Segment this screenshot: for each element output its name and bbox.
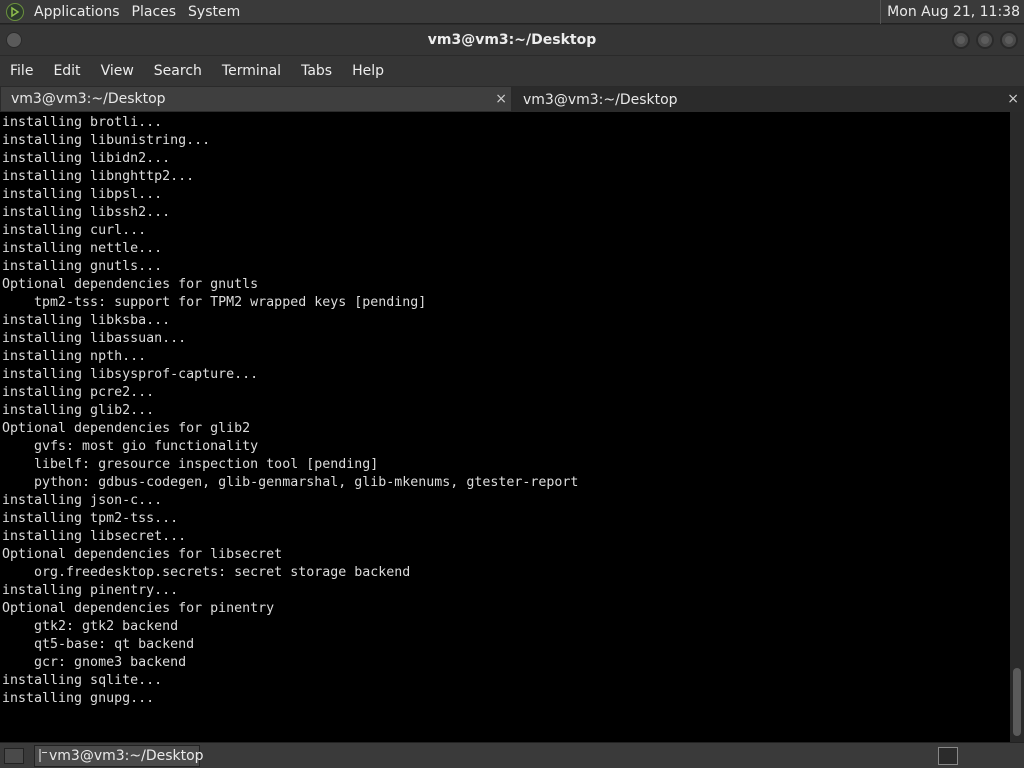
window-controls xyxy=(952,31,1018,49)
terminal-text: installing brotli... installing libunistr… xyxy=(0,112,1010,708)
terminal-line: installing libpsl... xyxy=(2,187,163,202)
taskbar-window-button[interactable]: vm3@vm3:~/Desktop xyxy=(34,744,204,767)
terminal-line: installing npth... xyxy=(2,349,147,364)
terminal-line: installing gnutls... xyxy=(2,259,163,274)
terminal-scrollbar[interactable] xyxy=(1010,112,1024,742)
terminal-line: installing sqlite... xyxy=(2,673,163,688)
terminal-line: installing nettle... xyxy=(2,241,163,256)
bottom-taskbar: vm3@vm3:~/Desktop xyxy=(0,742,1024,768)
terminal-line: Optional dependencies for pinentry xyxy=(2,601,275,616)
terminal-line: installing brotli... xyxy=(2,115,163,130)
close-icon xyxy=(1005,36,1013,44)
tab-label: vm3@vm3:~/Desktop xyxy=(523,91,678,108)
terminal-line: org.freedesktop.secrets: secret storage … xyxy=(2,565,411,580)
terminal-line: gvfs: most gio functionality xyxy=(2,439,259,454)
terminal-line: installing pcre2... xyxy=(2,385,155,400)
terminal-line: installing libnghttp2... xyxy=(2,169,195,184)
terminal-output[interactable]: installing brotli... installing libunistr… xyxy=(0,112,1010,742)
workspace-switcher-icon[interactable] xyxy=(938,746,958,765)
scrollbar-thumb[interactable] xyxy=(1013,668,1021,736)
maximize-button[interactable] xyxy=(976,31,994,49)
terminal-line: installing libsecret... xyxy=(2,529,187,544)
terminal-line: Optional dependencies for libsecret xyxy=(2,547,283,562)
terminal-line: installing libunistring... xyxy=(2,133,211,148)
menu-view[interactable]: View xyxy=(91,63,144,79)
terminal-line: installing tpm2-tss... xyxy=(2,511,179,526)
menu-file[interactable]: File xyxy=(0,63,43,79)
top-panel: Applications Places System Mon Aug 21, 1… xyxy=(0,0,1024,24)
applications-menu[interactable]: Applications xyxy=(28,0,126,24)
terminal-line: installing pinentry... xyxy=(2,583,179,598)
maximize-icon xyxy=(981,36,989,44)
show-desktop-icon[interactable] xyxy=(4,747,24,764)
terminal-line: installing gnupg... xyxy=(2,691,155,706)
terminal-line: installing libidn2... xyxy=(2,151,171,166)
terminal-line: installing glib2... xyxy=(2,403,155,418)
tab-1[interactable]: vm3@vm3:~/Desktop × xyxy=(0,86,512,112)
system-menu[interactable]: System xyxy=(182,0,246,24)
close-window-button[interactable] xyxy=(1000,31,1018,49)
menu-terminal[interactable]: Terminal xyxy=(212,63,291,79)
terminal-line: gtk2: gtk2 backend xyxy=(2,619,179,634)
terminal-line: installing json-c... xyxy=(2,493,163,508)
tab-close-icon[interactable]: × xyxy=(1007,90,1019,108)
menu-tabs[interactable]: Tabs xyxy=(291,63,342,79)
menubar: File Edit View Search Terminal Tabs Help xyxy=(0,56,1024,86)
terminal-line: Optional dependencies for glib2 xyxy=(2,421,251,436)
window-titlebar[interactable]: vm3@vm3:~/Desktop xyxy=(0,25,1024,56)
distro-logo-icon[interactable] xyxy=(6,2,24,21)
terminal-line: python: gdbus-codegen, glib-genmarshal, … xyxy=(2,475,579,490)
minimize-icon xyxy=(957,36,965,44)
tab-bar: vm3@vm3:~/Desktop × vm3@vm3:~/Desktop × xyxy=(0,86,1024,112)
terminal-line: gcr: gnome3 backend xyxy=(2,655,187,670)
window-title: vm3@vm3:~/Desktop xyxy=(427,32,597,48)
terminal-line: installing libsysprof-capture... xyxy=(2,367,259,382)
clock[interactable]: Mon Aug 21, 11:38 xyxy=(880,0,1024,24)
menu-help[interactable]: Help xyxy=(342,63,394,79)
terminal-line: qt5-base: qt backend xyxy=(2,637,195,652)
terminal-line: tpm2-tss: support for TPM2 wrapped keys … xyxy=(2,295,427,310)
terminal-line: installing libassuan... xyxy=(2,331,187,346)
taskbar-window-label: vm3@vm3:~/Desktop xyxy=(49,747,204,764)
terminal-line: libelf: gresource inspection tool [pendi… xyxy=(2,457,379,472)
terminal-line: Optional dependencies for gnutls xyxy=(2,277,259,292)
terminal-line: installing curl... xyxy=(2,223,147,238)
menu-search[interactable]: Search xyxy=(144,63,212,79)
minimize-button[interactable] xyxy=(952,31,970,49)
tab-label: vm3@vm3:~/Desktop xyxy=(11,91,166,107)
terminal-line: installing libssh2... xyxy=(2,205,171,220)
places-menu[interactable]: Places xyxy=(126,0,183,24)
terminal-icon xyxy=(39,749,47,762)
menu-edit[interactable]: Edit xyxy=(43,63,90,79)
terminal-line: installing libksba... xyxy=(2,313,171,328)
tab-close-icon[interactable]: × xyxy=(495,90,507,108)
tab-2[interactable]: vm3@vm3:~/Desktop × xyxy=(512,86,1024,112)
